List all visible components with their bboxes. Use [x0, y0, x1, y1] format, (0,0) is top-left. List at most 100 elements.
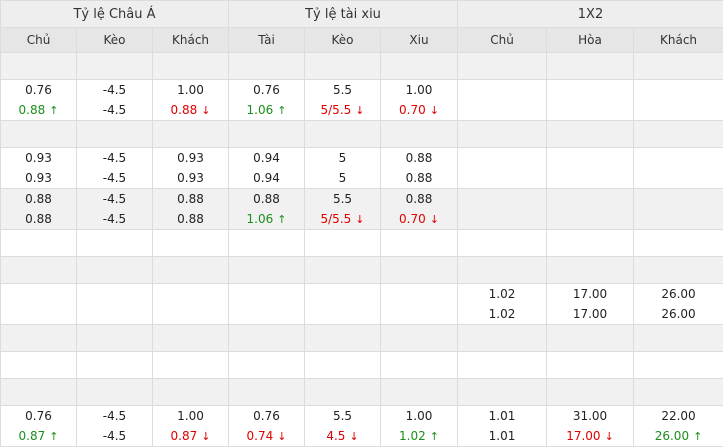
arrow-down-icon: ↓: [201, 430, 211, 443]
odds-value: 0.70: [399, 103, 426, 117]
odds-value: 1.00: [405, 83, 433, 97]
current-odds: 0.93: [2, 168, 76, 188]
current-odds: 17.00 ↓: [548, 426, 633, 446]
odds-cell: [632, 79, 723, 121]
odds-value: 0.76: [253, 83, 280, 97]
odds-cell: [76, 229, 153, 257]
current-odds: -4.5: [78, 209, 152, 229]
odds-cell: [546, 351, 634, 379]
opening-odds: -4.5: [78, 407, 152, 427]
odds-cell: [380, 256, 458, 284]
arrow-up-icon: ↑: [49, 430, 59, 443]
odds-cell: 0.88 0.88: [152, 188, 229, 230]
odds-cell: [152, 229, 229, 257]
arrow-down-icon: ↓: [277, 430, 287, 443]
opening-odds: 17.00: [548, 285, 633, 305]
group-header-row: Tỷ lệ Châu Á Tỷ lệ tài xiu 1X2: [0, 0, 723, 28]
odds-cell: [304, 120, 381, 148]
odds-cell: [457, 79, 547, 121]
odds-value: 0.93: [177, 171, 204, 185]
odds-value: 1.02: [488, 287, 516, 301]
current-odds: 0.88: [2, 209, 76, 229]
current-odds: 0.94: [230, 168, 304, 188]
odds-value: 0.88: [170, 103, 198, 117]
current-odds: 26.00: [635, 304, 723, 324]
odds-cell: [632, 52, 723, 80]
odds-cell: [546, 147, 634, 189]
current-odds: 26.00 ↑: [635, 426, 723, 446]
odds-cell: [152, 120, 229, 148]
odds-cell: [380, 229, 458, 257]
odds-value: -4.5: [102, 103, 127, 117]
opening-odds: 0.93: [2, 149, 76, 169]
arrow-up-icon: ↑: [277, 104, 287, 117]
col-1x2-draw: Hòa: [546, 27, 634, 53]
odds-value: 0.88: [177, 212, 204, 226]
current-odds: 0.74 ↓: [230, 426, 304, 446]
odds-cell: [228, 256, 305, 284]
odds-value: 0.87: [18, 429, 46, 443]
odds-cell: 0.88 0.70 ↓: [380, 188, 458, 230]
odds-cell: 1.02 1.02: [457, 283, 547, 325]
opening-odds: 0.88: [2, 190, 76, 210]
odds-cell: [0, 351, 77, 379]
odds-cell: [76, 351, 153, 379]
opening-odds: 1.02: [459, 285, 546, 305]
odds-cell: [380, 283, 458, 325]
odds-cell: [457, 147, 547, 189]
odds-cell: 55: [304, 147, 381, 189]
opening-odds: -4.5: [78, 81, 152, 101]
odds-cell: [457, 52, 547, 80]
odds-cell: [0, 283, 77, 325]
odds-value: 0.76: [25, 83, 52, 97]
odds-value: 5.5: [332, 83, 353, 97]
odds-cell: [0, 256, 77, 284]
current-odds: 5: [306, 168, 380, 188]
current-odds: 0.93: [154, 168, 228, 188]
odds-cell: [0, 52, 77, 80]
odds-cell: 0.88 0.88: [380, 147, 458, 189]
odds-value: 1.00: [405, 409, 433, 423]
table-row: 1.02 1.02 17.00 17.00 26.00 26.00: [0, 283, 723, 325]
odds-cell: 1.01 1.01: [457, 405, 547, 447]
opening-odds: 0.94: [230, 149, 304, 169]
current-odds: 1.02: [459, 304, 546, 324]
odds-body: 0.76 0.88 ↑ -4.5 -4.5 1.00 0.88 ↓ 0.76 1.06 ↑ 5.5 5/…: [0, 52, 723, 447]
odds-cell: [546, 378, 634, 406]
current-odds: 17.00: [548, 304, 633, 324]
col-away: Khách: [152, 27, 229, 53]
odds-value: 0.87: [170, 429, 198, 443]
odds-cell: [0, 229, 77, 257]
odds-value: 1.00: [177, 83, 204, 97]
odds-value: 0.76: [253, 409, 280, 423]
odds-value: -4.5: [102, 192, 127, 206]
odds-cell: [632, 188, 723, 230]
odds-cell: [152, 378, 229, 406]
odds-cell: [304, 351, 381, 379]
odds-cell: 17.00 17.00: [546, 283, 634, 325]
opening-odds: 1.00: [382, 407, 457, 427]
odds-cell: [304, 256, 381, 284]
odds-cell: [546, 79, 634, 121]
odds-value: 0.88: [405, 151, 433, 165]
current-odds: 4.5 ↓: [306, 426, 380, 446]
odds-cell: [457, 229, 547, 257]
odds-cell: [0, 324, 77, 352]
odds-value: 1.02: [399, 429, 426, 443]
odds-value: 0.88: [18, 103, 46, 117]
odds-value: 31.00: [572, 409, 608, 423]
odds-value: 4.5: [326, 429, 346, 443]
odds-cell: [152, 351, 229, 379]
odds-cell: [546, 120, 634, 148]
current-odds: 0.87 ↑: [2, 426, 76, 446]
arrow-down-icon: ↓: [355, 104, 365, 117]
odds-cell: 0.76 0.74 ↓: [228, 405, 305, 447]
opening-odds: -4.5: [78, 190, 152, 210]
odds-cell: [632, 147, 723, 189]
odds-cell: [304, 283, 381, 325]
arrow-down-icon: ↓: [201, 104, 211, 117]
odds-cell: [380, 120, 458, 148]
empty-row: [0, 256, 723, 284]
odds-value: 0.94: [253, 151, 280, 165]
odds-cell: [304, 52, 381, 80]
